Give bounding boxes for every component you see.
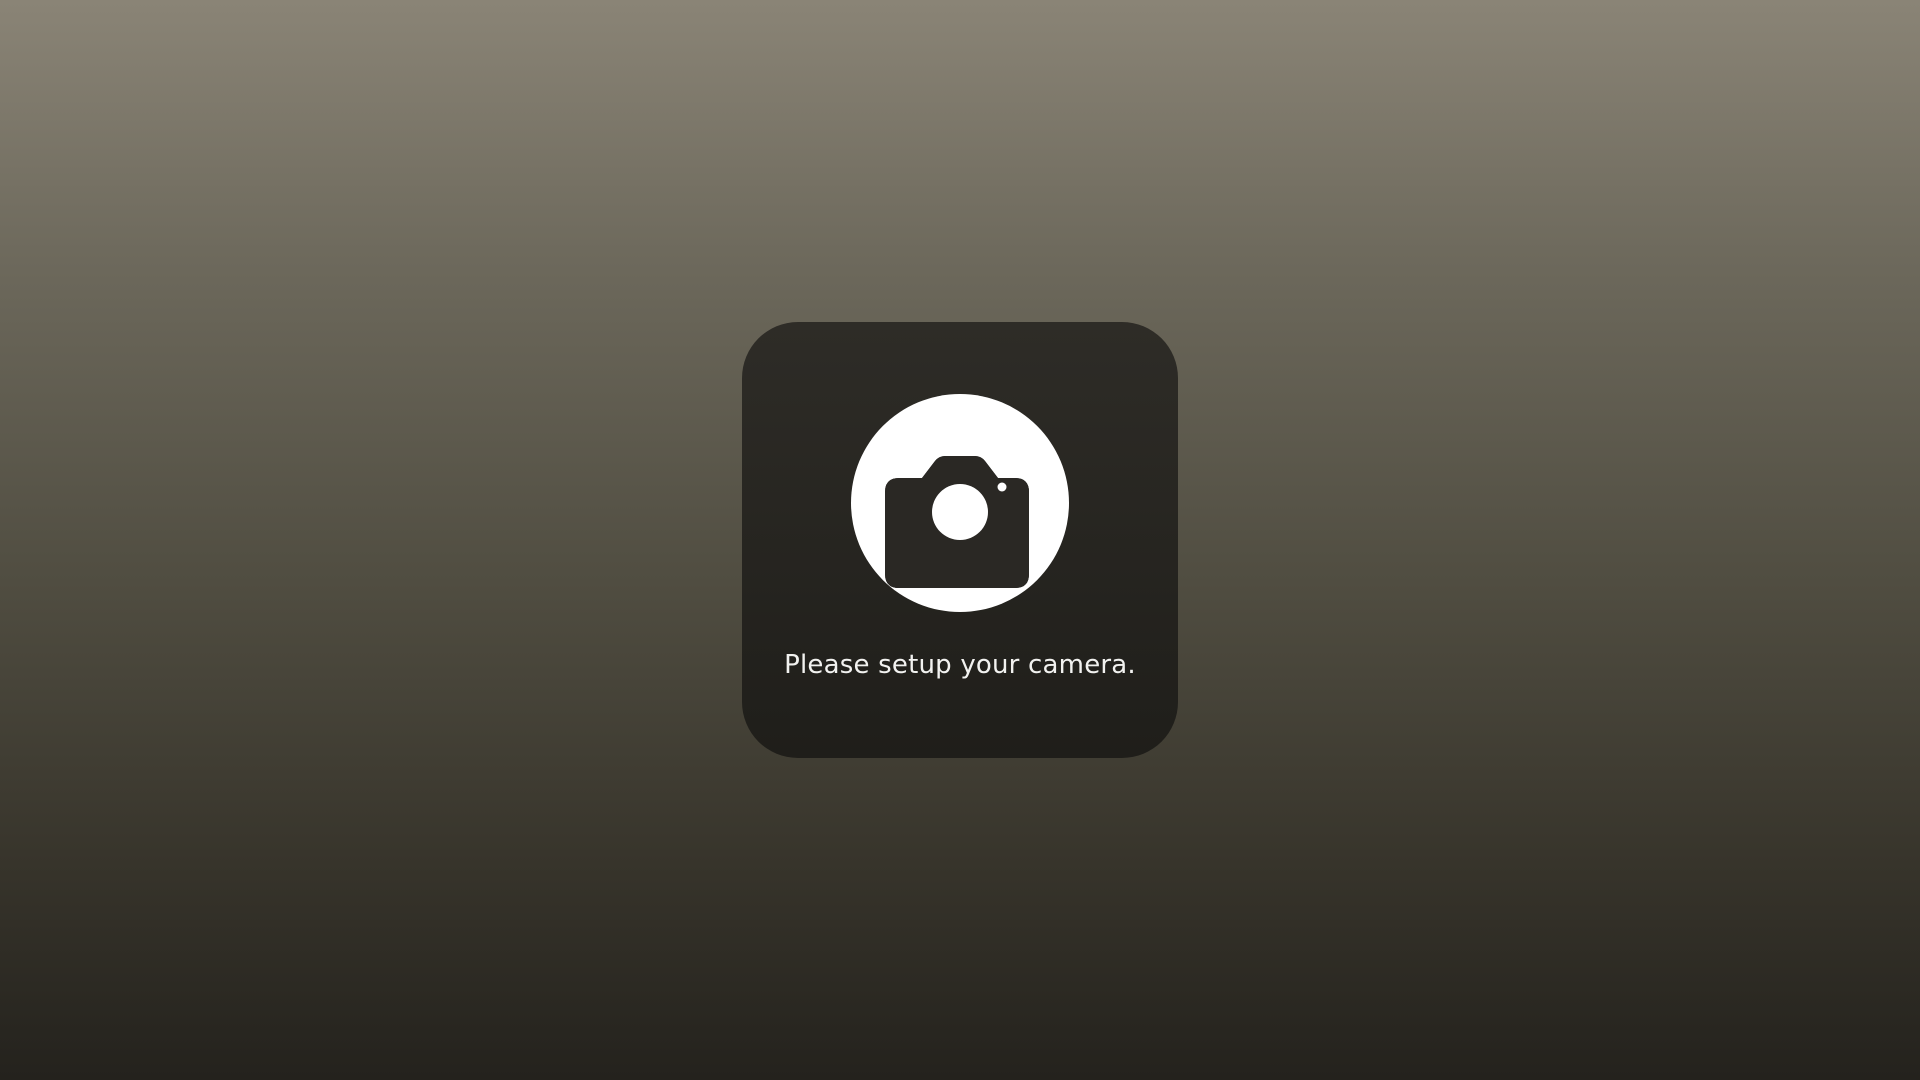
camera-setup-card: Please setup your camera. (742, 322, 1178, 758)
camera-icon-circle (851, 394, 1069, 612)
camera-icon (885, 456, 1029, 588)
setup-camera-message: Please setup your camera. (784, 650, 1136, 680)
